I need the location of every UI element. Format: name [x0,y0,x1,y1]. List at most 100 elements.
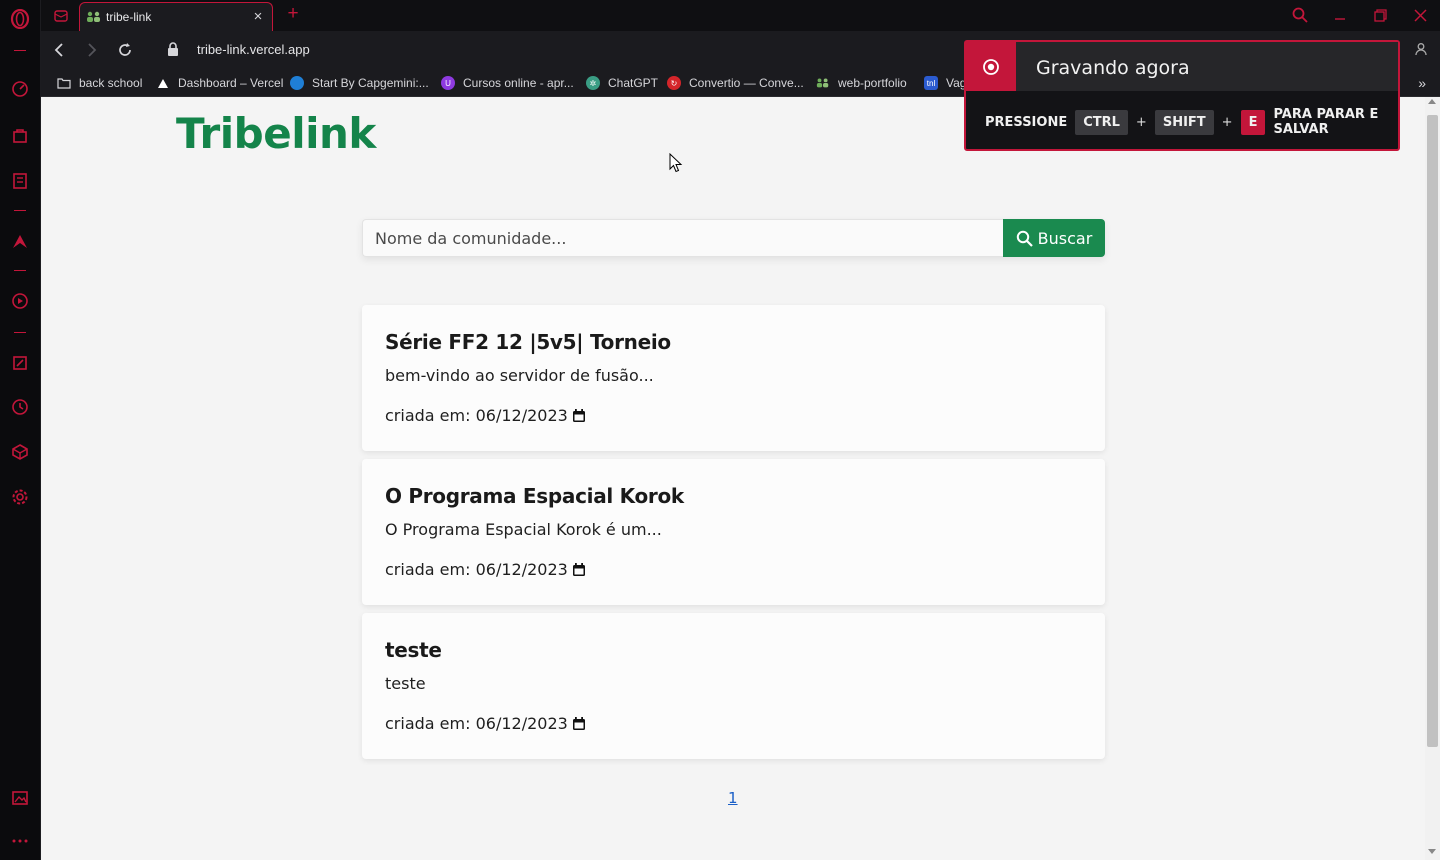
news-icon[interactable] [9,170,31,192]
key-e: E [1240,109,1266,135]
recording-shortcut-hint: PRESSIONE CTRL + SHIFT + E PARA PARAR E … [985,107,1398,137]
bookmark-label: web-portfolio [838,76,907,90]
created-date-text: criada em: 06/12/2023 [385,406,568,425]
bookmark-chatgpt[interactable]: ✲ ChatGPT [586,75,658,91]
site-logo[interactable]: Tribelink [176,109,376,158]
tab-tribe-link[interactable]: tribe-link × [79,2,273,31]
new-tab-plus-icon[interactable]: + [283,4,303,24]
gallery-icon[interactable] [9,787,31,809]
forward-icon[interactable] [82,40,102,60]
convertio-icon: ↻ [667,76,681,90]
bookmark-back-school[interactable]: back school [57,75,142,91]
record-icon[interactable] [966,42,1016,91]
mouse-cursor-icon [669,153,683,173]
speed-dial-icon[interactable] [9,78,31,100]
sidebar-divider [14,50,26,51]
community-description: teste [385,674,426,693]
profile-icon[interactable] [1414,42,1428,56]
key-ctrl: CTRL [1075,109,1128,135]
community-created-date: criada em: 06/12/2023 [385,406,586,425]
player-icon[interactable] [9,290,31,312]
pagination-page-1[interactable]: 1 [728,789,738,807]
calendar-icon [572,563,585,576]
tab-strip: tribe-link × + [41,0,1440,31]
community-description: O Programa Espacial Korok é um... [385,520,662,539]
bookmark-convertio[interactable]: ↻ Convertio — Conve... [667,75,804,91]
opera-sidebar [0,0,41,860]
people-icon [86,9,102,25]
aria-icon[interactable] [9,230,31,252]
bookmarks-overflow-icon[interactable]: » [1418,75,1426,91]
shopping-bag-icon[interactable] [9,124,31,146]
search-button-label: Buscar [1037,228,1093,248]
lock-icon[interactable] [167,42,179,57]
stop-and-save-label: PARA PARAR E SALVAR [1273,107,1379,137]
press-label: PRESSIONE [985,114,1068,130]
search-button[interactable]: Buscar [1003,219,1105,257]
chatgpt-icon: ✲ [586,76,600,90]
calendar-icon [572,717,585,730]
capgemini-icon [290,76,304,90]
community-card[interactable]: teste teste criada em: 06/12/2023 [362,613,1105,759]
folder-icon [57,76,71,90]
bookmark-label: Dashboard – Vercel [178,76,284,90]
plus-sign: + [1135,114,1147,130]
back-icon[interactable] [49,40,69,60]
created-date-text: criada em: 06/12/2023 [385,714,568,733]
community-created-date: criada em: 06/12/2023 [385,560,586,579]
scroll-up-arrow-icon[interactable] [1428,99,1436,104]
people-icon [816,76,830,90]
bookmark-vagas[interactable]: tnl Vag [924,75,966,91]
pinboard-icon[interactable] [9,352,31,374]
udemy-icon: U [441,76,455,90]
recording-title: Gravando agora [1036,57,1190,79]
community-card[interactable]: O Programa Espacial Korok O Programa Esp… [362,459,1105,605]
page-scrollbar[interactable] [1425,97,1440,860]
sidebar-divider [14,270,26,271]
bookmark-web-portfolio[interactable]: web-portfolio [816,75,907,91]
community-description: bem-vindo ao servidor de fusão... [385,366,654,385]
url-field[interactable]: tribe-link.vercel.app [197,42,310,57]
restore-icon[interactable] [1369,4,1391,26]
extensions-cube-icon[interactable] [9,441,31,463]
community-title[interactable]: O Programa Espacial Korok [385,484,684,508]
search-bar: Buscar [362,219,1105,257]
community-card[interactable]: Série FF2 12 |5v5| Torneio bem-vindo ao … [362,305,1105,451]
tab-island-icon[interactable] [47,3,75,28]
plus-sign: + [1221,114,1233,130]
recording-header: Gravando agora [966,42,1398,91]
bookmark-label: Convertio — Conve... [689,76,804,90]
close-window-icon[interactable] [1409,4,1431,26]
settings-gear-icon[interactable] [9,486,31,508]
community-search-input[interactable] [362,219,1003,257]
minimize-icon[interactable] [1329,4,1351,26]
community-title[interactable]: Série FF2 12 |5v5| Torneio [385,330,671,354]
close-tab-icon[interactable]: × [250,9,266,25]
page-viewport: Tribelink Buscar Série FF2 12 |5v5| Torn… [41,97,1425,860]
scrollbar-thumb[interactable] [1427,115,1438,747]
search-tabs-icon[interactable] [1289,4,1311,26]
key-shift: SHIFT [1154,109,1214,135]
bookmark-label: ChatGPT [608,76,659,90]
calendar-icon [572,409,585,422]
bookmark-vercel[interactable]: Dashboard – Vercel [156,75,283,91]
bookmark-label: Cursos online - apr... [463,76,574,90]
recording-overlay: Gravando agora PRESSIONE CTRL + SHIFT + … [964,40,1400,151]
sidebar-divider [14,210,26,211]
bookmark-capgemini[interactable]: Start By Capgemini:... [290,75,429,91]
sidebar-divider [14,332,26,333]
tnel-icon: tnl [924,76,938,90]
history-icon[interactable] [9,396,31,418]
community-title[interactable]: teste [385,638,442,662]
scroll-down-arrow-icon[interactable] [1428,849,1436,854]
bookmark-label: Start By Capgemini:... [312,76,429,90]
opera-logo-icon[interactable] [9,8,31,30]
community-created-date: criada em: 06/12/2023 [385,714,586,733]
tab-title: tribe-link [106,10,152,24]
search-icon [1016,230,1033,247]
screen: tribe-link × + tribe-link.vercel.app bac… [0,0,1440,860]
reload-icon[interactable] [115,40,135,60]
bookmark-udemy[interactable]: U Cursos online - apr... [441,75,574,91]
more-dots-icon[interactable] [9,830,31,852]
created-date-text: criada em: 06/12/2023 [385,560,568,579]
